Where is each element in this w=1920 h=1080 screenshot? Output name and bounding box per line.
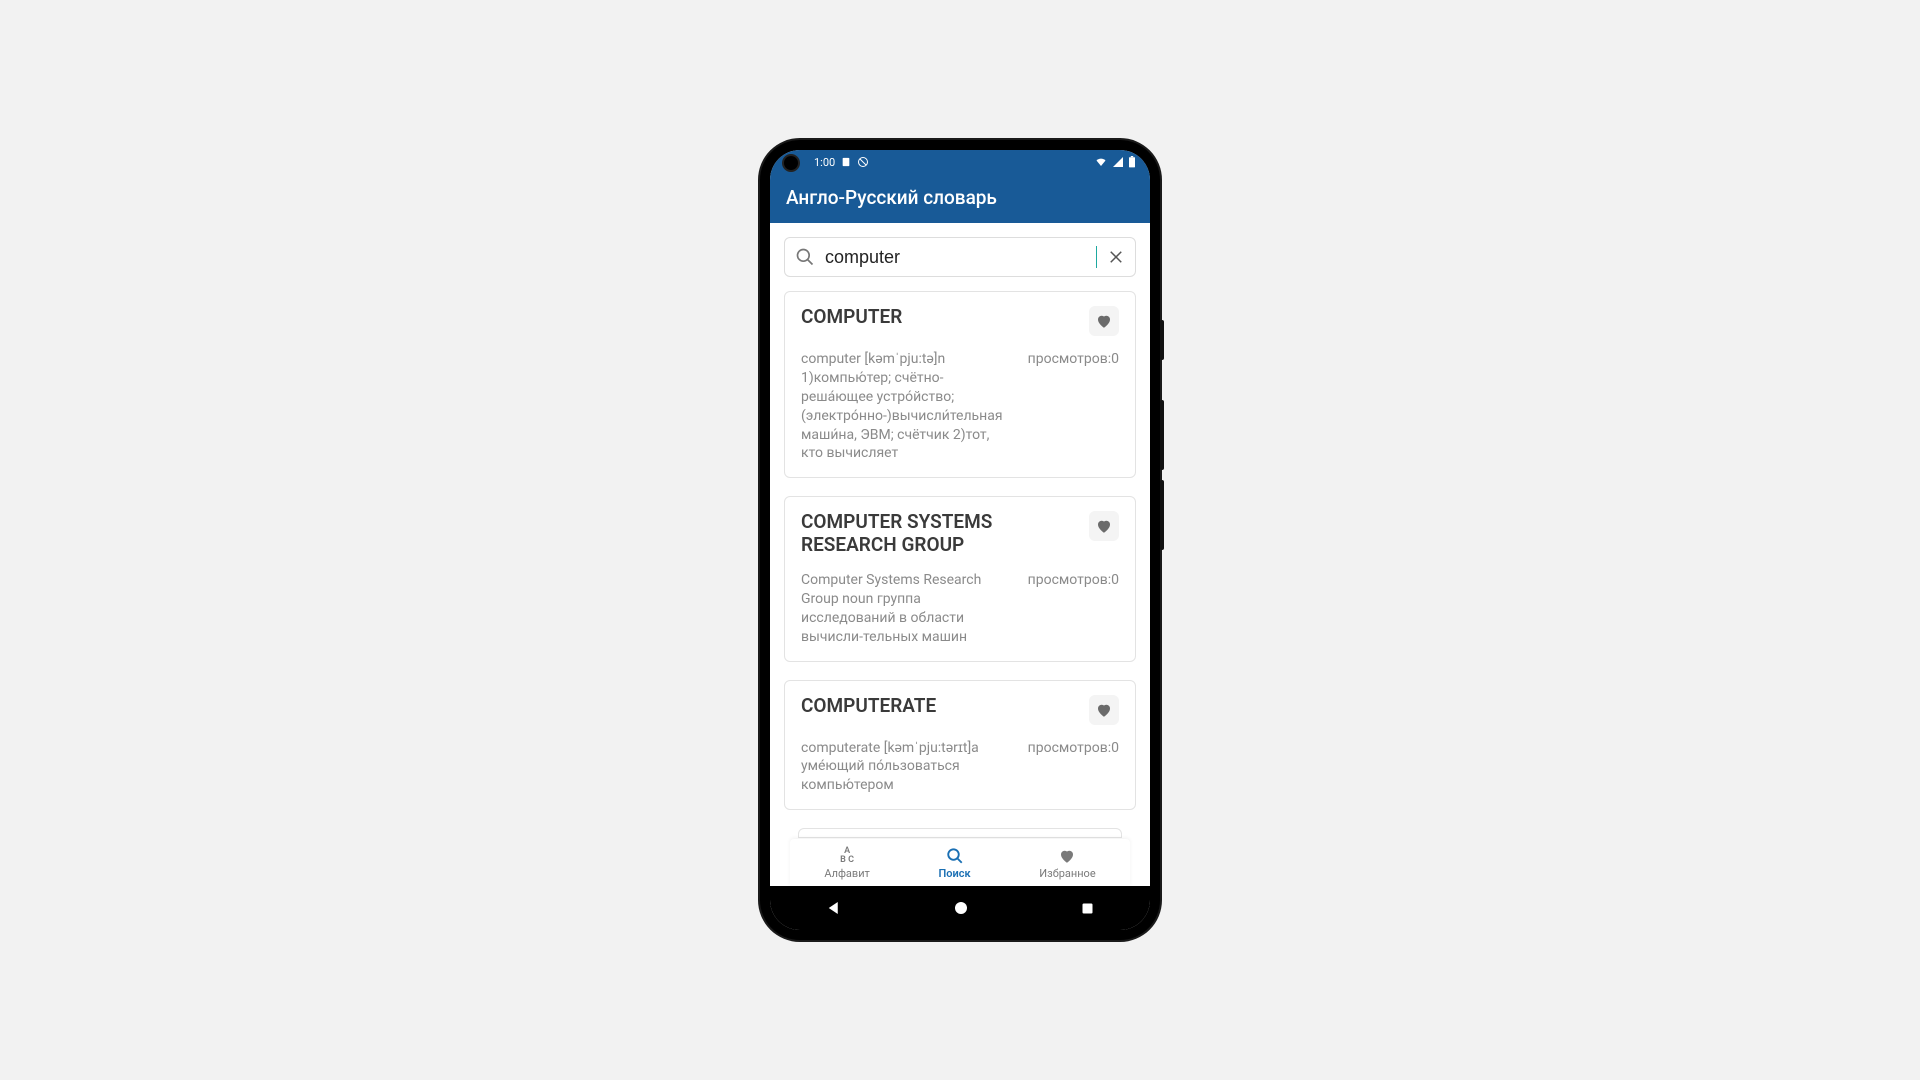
search-input[interactable] <box>825 247 1094 268</box>
result-views: просмотров:0 <box>1028 739 1119 796</box>
result-views: просмотров:0 <box>1028 350 1119 463</box>
status-bar: 1:00 <box>770 150 1150 174</box>
search-icon <box>946 847 964 865</box>
phone-side-button <box>1160 400 1164 470</box>
clear-icon[interactable] <box>1107 248 1125 266</box>
wifi-icon <box>1094 156 1108 168</box>
nav-label: Избранное <box>1039 867 1095 880</box>
phone-screen: 1:00 Англо-Русский словарь <box>770 150 1150 930</box>
content-area: COMPUTER computer [kəmˈpju:tə]n 1)компью… <box>770 223 1150 886</box>
bottom-nav: AB C Алфавит Поиск Избранное <box>790 839 1130 886</box>
result-definition: Computer Systems Research Group noun гру… <box>801 571 1014 647</box>
result-title: COMPUTER <box>801 306 902 329</box>
results-list: COMPUTER computer [kəmˈpju:tə]n 1)компью… <box>770 277 1150 852</box>
nav-label: Алфавит <box>824 867 870 880</box>
result-title: COMPUTER SYSTEMS RESEARCH GROUP <box>801 511 1079 557</box>
app-bar: Англо-Русский словарь <box>770 174 1150 223</box>
text-caret <box>1096 246 1097 268</box>
heart-icon <box>1095 701 1113 719</box>
phone-side-button <box>1160 320 1164 360</box>
favorite-button[interactable] <box>1089 511 1119 541</box>
nav-alphabet[interactable]: AB C Алфавит <box>824 847 870 880</box>
result-definition: computer [kəmˈpju:tə]n 1)компью́тер; счё… <box>801 350 1014 463</box>
system-nav-bar <box>770 886 1150 930</box>
result-title: COMPUTERATE <box>801 695 936 718</box>
home-button[interactable] <box>953 900 969 916</box>
back-button[interactable] <box>825 899 843 917</box>
favorite-button[interactable] <box>1089 306 1119 336</box>
nav-label: Поиск <box>938 867 970 880</box>
result-card[interactable]: COMPUTER computer [kəmˈpju:tə]n 1)компью… <box>784 291 1136 478</box>
result-card[interactable]: COMPUTER SYSTEMS RESEARCH GROUP Computer… <box>784 496 1136 661</box>
result-card[interactable]: COMPUTERATE computerate [kəmˈpju:tərɪt]a… <box>784 680 1136 811</box>
favorite-button[interactable] <box>1089 695 1119 725</box>
recent-button[interactable] <box>1080 901 1095 916</box>
app-title: Англо-Русский словарь <box>786 186 997 209</box>
nav-favorites[interactable]: Избранное <box>1039 847 1095 880</box>
status-notification-icon <box>841 157 851 167</box>
search-icon <box>795 247 815 267</box>
heart-icon <box>1095 517 1113 535</box>
result-card-peek[interactable] <box>798 828 1122 838</box>
search-box[interactable] <box>784 237 1136 277</box>
alphabet-icon: AB C <box>840 847 854 865</box>
phone-frame: 1:00 Англо-Русский словарь <box>760 140 1160 940</box>
result-definition: computerate [kəmˈpju:tərɪt]a уме́ющий по… <box>801 739 1014 796</box>
nav-search[interactable]: Поиск <box>938 847 970 880</box>
phone-camera <box>782 154 800 172</box>
result-views: просмотров:0 <box>1028 571 1119 647</box>
phone-side-button <box>1160 480 1164 550</box>
battery-icon <box>1128 156 1136 168</box>
heart-icon <box>1058 847 1076 865</box>
heart-icon <box>1095 312 1113 330</box>
status-time: 1:00 <box>814 156 835 169</box>
signal-icon <box>1112 156 1124 168</box>
status-dnd-icon <box>857 156 869 168</box>
